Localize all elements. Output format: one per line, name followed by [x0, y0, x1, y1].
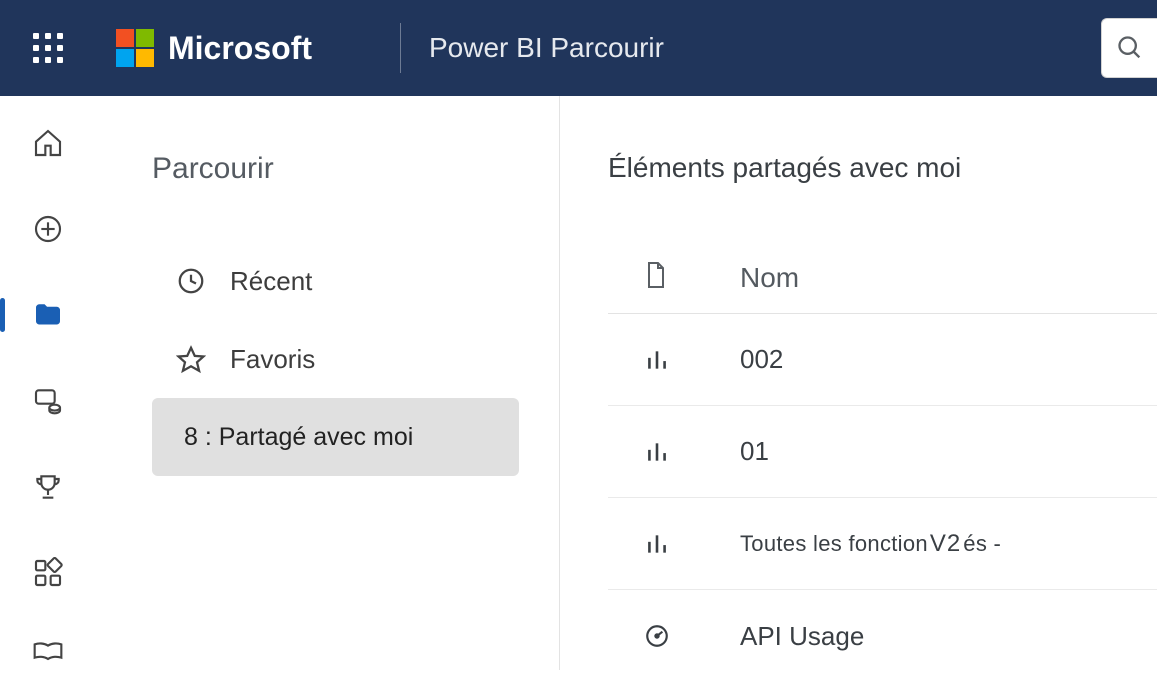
table-row[interactable]: 01 [608, 406, 1157, 498]
nav-learn[interactable] [0, 632, 96, 670]
nav-create[interactable] [0, 210, 96, 248]
main-content: Éléments partagés avec moi Nom 002 [560, 96, 1157, 670]
row-name: Toutes les fonctionV2és - [740, 530, 1001, 558]
browse-item-label: Récent [230, 266, 312, 297]
app-launcher-button[interactable] [0, 0, 96, 96]
header-title: Power BI Parcourir [429, 32, 664, 64]
home-icon [32, 127, 64, 159]
row-name: 01 [740, 436, 769, 467]
row-name: API Usage [740, 621, 864, 652]
browse-item-favorites[interactable]: Favoris [152, 320, 519, 398]
column-name-header[interactable]: Nom [740, 262, 799, 294]
data-icon [32, 385, 64, 417]
book-icon [32, 641, 64, 661]
search-button[interactable] [1101, 18, 1157, 78]
table-row[interactable]: 002 [608, 314, 1157, 406]
apps-icon [32, 557, 64, 589]
folder-icon [32, 300, 64, 330]
gauge-icon [644, 621, 670, 651]
nav-browse[interactable] [0, 296, 96, 334]
search-icon [1116, 34, 1144, 62]
plus-circle-icon [32, 213, 64, 245]
microsoft-brand-text: Microsoft [168, 30, 312, 67]
bar-chart-icon [644, 345, 670, 375]
microsoft-squares-icon [116, 29, 154, 67]
document-icon [644, 261, 668, 289]
column-type-icon [644, 261, 670, 294]
clock-icon [176, 266, 206, 296]
browse-item-recent[interactable]: Récent [152, 242, 519, 320]
microsoft-logo: Microsoft [116, 29, 312, 67]
waffle-icon [33, 33, 63, 63]
table-row[interactable]: API Usage [608, 590, 1157, 682]
nav-apps[interactable] [0, 554, 96, 592]
nav-data-hub[interactable] [0, 382, 96, 420]
browse-item-label: 8 : Partagé avec moi [184, 423, 413, 452]
browse-panel: Parcourir Récent Favoris 8 : Partagé ave… [96, 96, 560, 670]
browse-panel-title: Parcourir [152, 152, 519, 186]
header-divider [400, 23, 401, 73]
table-header: Nom [608, 242, 1157, 314]
bar-chart-icon [644, 529, 670, 559]
app-header: Microsoft Power BI Parcourir [0, 0, 1157, 96]
layout: Parcourir Récent Favoris 8 : Partagé ave… [0, 96, 1157, 670]
bar-chart-icon [644, 437, 670, 467]
trophy-icon [32, 471, 64, 503]
browse-item-shared-with-me[interactable]: 8 : Partagé avec moi [152, 398, 519, 476]
nav-home[interactable] [0, 124, 96, 162]
browse-item-label: Favoris [230, 344, 315, 375]
table-row[interactable]: Toutes les fonctionV2és - [608, 498, 1157, 590]
nav-goals[interactable] [0, 468, 96, 506]
row-name: 002 [740, 344, 783, 375]
star-icon [176, 344, 206, 374]
nav-rail [0, 96, 96, 670]
main-title: Éléments partagés avec moi [608, 152, 1157, 184]
